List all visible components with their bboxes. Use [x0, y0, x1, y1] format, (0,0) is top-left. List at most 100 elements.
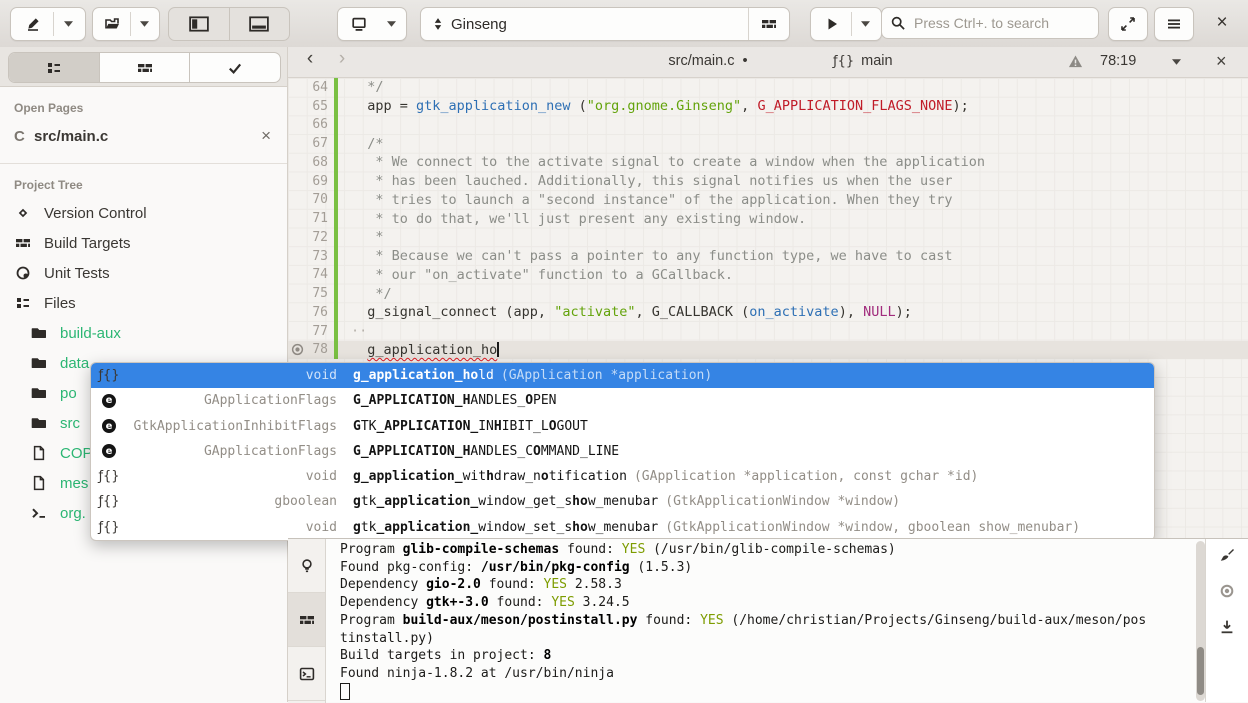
completion-item[interactable]: eGApplicationFlagsG_APPLICATION_HANDLES_… [91, 439, 1154, 464]
code-line[interactable]: 64 */ [288, 78, 1248, 97]
toggle-bottom-panel-button[interactable] [230, 8, 290, 40]
bottom-tab-terminal[interactable] [288, 647, 325, 701]
code-segment: * to do that, we'll just present any exi… [351, 211, 806, 227]
sidebar-item-version-control[interactable]: Version Control [0, 198, 287, 228]
change-bar [334, 228, 338, 247]
change-bar [334, 303, 338, 322]
code-text: g_signal_connect (app, "activate", G_CAL… [351, 304, 912, 320]
completion-item[interactable]: eGApplicationFlagsG_APPLICATION_HANDLES_… [91, 388, 1154, 413]
completion-item[interactable]: ƒ{}gbooleangtk_application_window_get_sh… [91, 489, 1154, 514]
close-editor-icon[interactable]: × [1216, 51, 1227, 72]
code-segment: NULL [863, 304, 896, 320]
close-page-icon[interactable]: × [261, 126, 271, 146]
output-segment: Found pkg-config: [340, 560, 481, 575]
code-text: * [351, 229, 384, 245]
code-line[interactable]: 70 * tries to launch a "second instance"… [288, 191, 1248, 210]
open-document-icon [104, 16, 120, 32]
line-number[interactable]: 71 [288, 211, 328, 226]
omnibar[interactable]: Ginseng [420, 7, 790, 41]
line-number[interactable]: 72 [288, 230, 328, 245]
sidebar-item-build-targets[interactable]: Build Targets [0, 228, 287, 258]
scrollbar[interactable] [1196, 541, 1205, 701]
tab-checks-panel[interactable] [190, 53, 280, 82]
folder-icon [30, 385, 47, 401]
tree-file-item[interactable]: build-aux [0, 318, 287, 348]
code-line[interactable]: 76 g_signal_connect (app, "activate", G_… [288, 303, 1248, 322]
open-document-split-button[interactable] [92, 7, 160, 41]
code-text: * has been lauched. Additionally, this s… [351, 173, 952, 189]
code-text: * to do that, we'll just present any exi… [351, 211, 806, 227]
device-selector-button[interactable] [337, 7, 407, 41]
code-segment: * [351, 229, 384, 245]
code-line[interactable]: 66 [288, 116, 1248, 135]
nav-forward-button[interactable]: › [332, 48, 352, 70]
run-options-button[interactable] [852, 8, 880, 40]
line-number[interactable]: 74 [288, 267, 328, 282]
line-number[interactable]: 64 [288, 80, 328, 95]
symbol-selector[interactable]: ƒ{} main [833, 53, 893, 69]
search-input[interactable] [912, 14, 1086, 32]
code-line[interactable]: 75 */ [288, 284, 1248, 303]
change-bar [334, 284, 338, 303]
completion-item[interactable]: ƒ{}voidgtk_application_window_set_show_m… [91, 515, 1154, 540]
download-icon[interactable] [1219, 619, 1235, 635]
line-number[interactable]: 68 [288, 155, 328, 170]
chevron-down-icon[interactable] [64, 21, 73, 27]
build-bricks-icon [137, 60, 153, 76]
line-number[interactable]: 66 [288, 117, 328, 132]
window-close-button[interactable]: × [1208, 9, 1236, 37]
line-number[interactable]: 67 [288, 136, 328, 151]
menu-button[interactable] [1154, 7, 1194, 41]
warning-icon[interactable] [1068, 54, 1083, 69]
code-line[interactable]: 65 app = gtk_application_new ("org.gnome… [288, 97, 1248, 116]
code-line[interactable]: 67 /* [288, 134, 1248, 153]
line-number[interactable]: 75 [288, 286, 328, 301]
brush-icon[interactable] [1219, 547, 1235, 563]
code-line[interactable]: 78 g_application_ho [288, 341, 1248, 360]
run-split-button[interactable] [810, 7, 882, 41]
completion-item[interactable]: ƒ{}voidg_application_hold(GApplication *… [91, 363, 1154, 388]
output-segment: 3.24.5 [575, 595, 630, 610]
line-number[interactable]: 76 [288, 305, 328, 320]
tab-build-panel[interactable] [100, 53, 191, 82]
chevron-down-icon[interactable] [140, 21, 149, 27]
completion-item[interactable]: ƒ{}voidg_application_withdraw_notificati… [91, 464, 1154, 489]
symbol-name: g_application_withdraw_notification [353, 469, 627, 484]
code-line[interactable]: 77·· [288, 322, 1248, 341]
completion-popup: ƒ{}voidg_application_hold(GApplication *… [90, 362, 1155, 541]
return-type: void [119, 520, 337, 535]
sidebar-item-unit-tests[interactable]: Unit Tests [0, 258, 287, 288]
completion-item[interactable]: eGtkApplicationInhibitFlagsGTK_APPLICATI… [91, 414, 1154, 439]
line-number[interactable]: 77 [288, 324, 328, 339]
build-button[interactable] [748, 8, 789, 40]
code-line[interactable]: 73 * Because we can't pass a pointer to … [288, 247, 1248, 266]
global-search[interactable] [881, 7, 1099, 39]
nav-back-button[interactable]: ‹ [300, 48, 320, 70]
line-number[interactable]: 69 [288, 174, 328, 189]
line-number[interactable]: 70 [288, 192, 328, 207]
scrollbar-thumb[interactable] [1197, 647, 1204, 695]
run-button[interactable] [813, 8, 851, 40]
code-line[interactable]: 72 * [288, 228, 1248, 247]
bottom-tab-lightbulb[interactable] [288, 539, 325, 593]
sidebar-item-files[interactable]: Files [0, 288, 287, 318]
line-number[interactable]: 73 [288, 249, 328, 264]
code-line[interactable]: 74 * our "on_activate" function to a GCa… [288, 266, 1248, 285]
code-segment: G_APPLICATION_FLAGS_NONE [757, 98, 952, 114]
bottom-tab-bricks[interactable] [288, 593, 325, 647]
bottom-panel-tabs [288, 539, 326, 703]
line-number[interactable]: 65 [288, 99, 328, 114]
code-segment: ); [953, 98, 969, 114]
tab-project-panel[interactable] [9, 53, 100, 82]
record-icon[interactable] [1219, 583, 1235, 599]
open-page-item[interactable]: C src/main.c × [0, 121, 287, 151]
chevron-down-icon[interactable] [1172, 59, 1181, 65]
fullscreen-button[interactable] [1108, 7, 1148, 41]
code-segment: gtk_application_new [416, 98, 570, 114]
cursor-position[interactable]: 78:19 [1100, 53, 1136, 69]
code-line[interactable]: 69 * has been lauched. Additionally, thi… [288, 172, 1248, 191]
code-line[interactable]: 71 * to do that, we'll just present any … [288, 209, 1248, 228]
edit-split-button[interactable] [10, 7, 86, 41]
code-line[interactable]: 68 * We connect to the activate signal t… [288, 153, 1248, 172]
toggle-left-panel-button[interactable] [169, 8, 229, 40]
